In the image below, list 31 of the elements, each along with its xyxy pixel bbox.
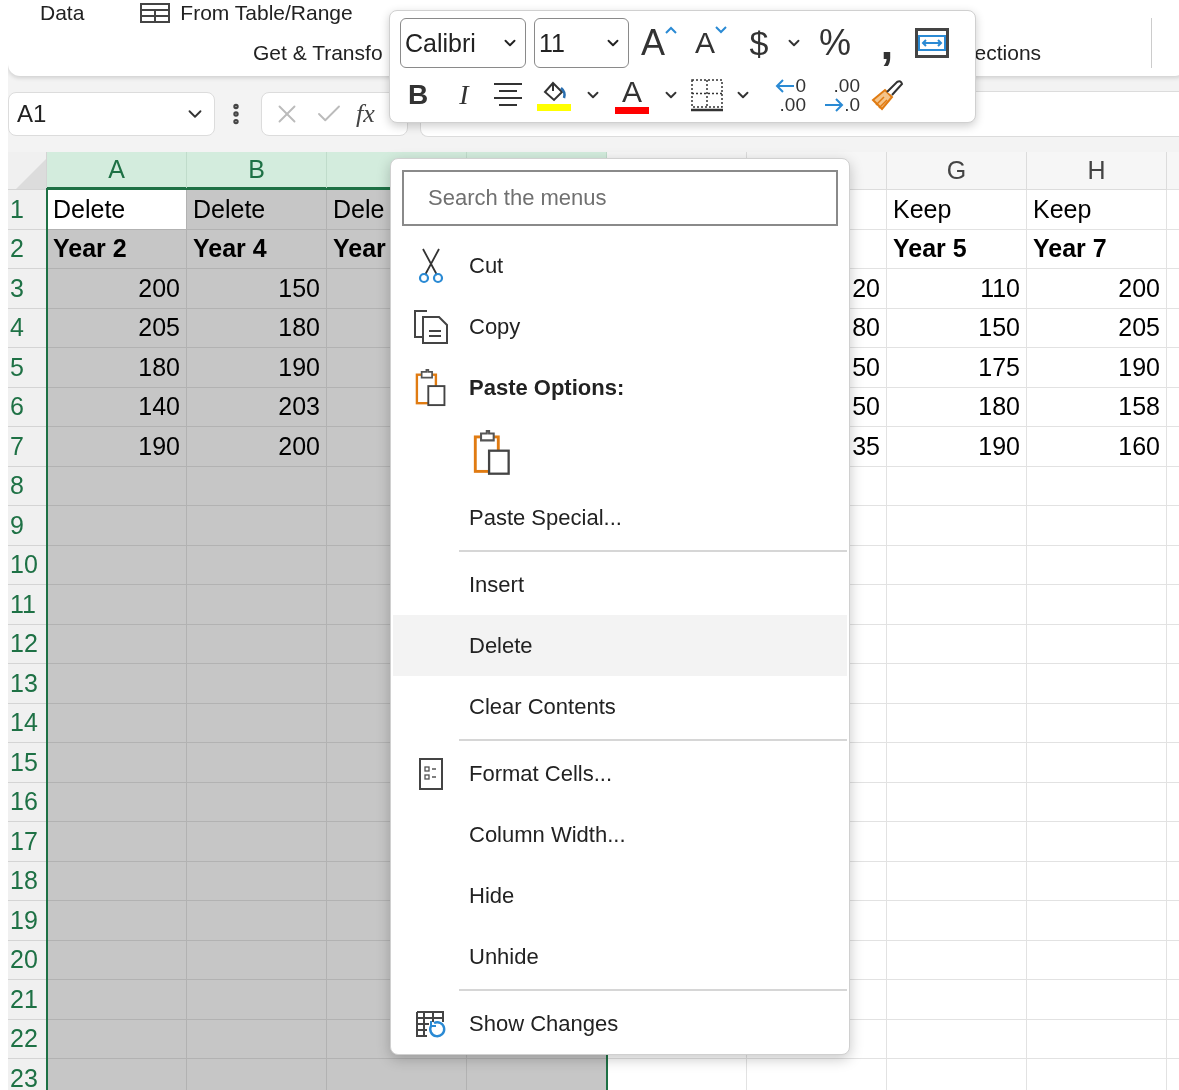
table-cell: 180: [887, 387, 1027, 427]
section-heading: Paste Options:: [469, 375, 625, 401]
table-cell: 180: [187, 308, 327, 348]
table-cell: 203: [187, 387, 327, 427]
table-cell: 205: [1027, 308, 1167, 348]
table-cell: 200: [47, 269, 187, 309]
table-cell: Delete: [187, 190, 327, 230]
table-cell: Year 4: [187, 229, 327, 269]
group-label: ections: [974, 41, 1042, 65]
group-label: Get & Transfo: [253, 41, 383, 65]
table-cell: 200: [187, 427, 327, 467]
table-cell: Keep: [887, 190, 1027, 230]
table-cell: 140: [47, 387, 187, 427]
table-cell: 175: [887, 348, 1027, 388]
table-cell: 190: [887, 427, 1027, 467]
table-cell: 110: [887, 269, 1027, 309]
table-cell: 150: [887, 308, 1027, 348]
table-cell: Year 5: [887, 229, 1027, 269]
table-cell: Year 2: [47, 229, 187, 269]
table-cell: 190: [1027, 348, 1167, 388]
table-cell: 205: [47, 308, 187, 348]
table-cell: 180: [47, 348, 187, 388]
table-cell: 150: [187, 269, 327, 309]
table-cell: Keep: [1027, 190, 1167, 230]
table-cell: 200: [1027, 269, 1167, 309]
table-cell: 190: [187, 348, 327, 388]
table-cell: Delete: [47, 190, 187, 230]
table-cell: 160: [1027, 427, 1167, 467]
table-cell: 190: [47, 427, 187, 467]
table-cell: 158: [1027, 387, 1167, 427]
table-cell: Year 7: [1027, 229, 1167, 269]
